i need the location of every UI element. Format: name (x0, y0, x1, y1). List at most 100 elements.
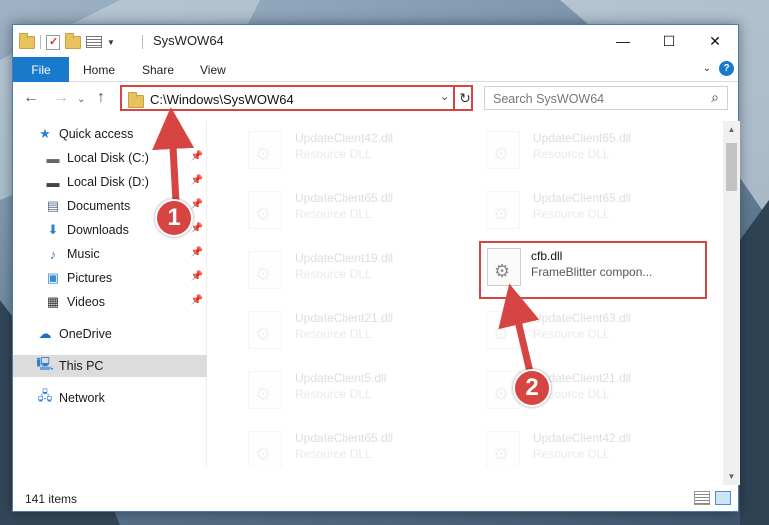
file-name: UpdateClient42.dll (295, 131, 394, 145)
vertical-scrollbar[interactable]: ▲ ▼ (723, 121, 740, 485)
sidebar-item-network[interactable]: 🖧 Network (13, 387, 207, 409)
tab-share[interactable]: Share (142, 57, 174, 82)
up-arrow-icon[interactable]: ↑ (97, 89, 105, 107)
list-item[interactable]: UpdateClient65.dll Resource DLL (461, 123, 681, 169)
pin-icon[interactable]: 📌 (191, 199, 203, 210)
maximize-button[interactable]: ☐ (646, 25, 692, 57)
search-input[interactable]: Search SysWOW64 ⌕ (484, 86, 728, 110)
list-item[interactable]: UpdateClient65.dll Resource DLL (461, 183, 681, 229)
computer-icon: 🖳 (36, 356, 54, 371)
sidebar-item-local-disk-c[interactable]: ▬ Local Disk (C:) 📌 (13, 147, 207, 169)
pictures-icon: ▣ (46, 270, 60, 285)
window-title: SysWOW64 (153, 33, 224, 48)
dll-file-icon (248, 371, 282, 409)
scroll-up-icon[interactable]: ▲ (723, 121, 740, 138)
sidebar-item-music[interactable]: ♪ Music 📌 (13, 243, 207, 265)
sidebar-item-this-pc[interactable]: 🖳 This PC (13, 355, 207, 377)
ribbon-tabs: File Home Share View ⌄ ? (13, 57, 738, 82)
recent-locations-icon[interactable]: ⌄ (77, 94, 85, 105)
pin-icon[interactable]: 📌 (191, 247, 203, 258)
dll-file-icon (486, 311, 520, 349)
address-dropdown-icon[interactable]: ⌄ (440, 90, 449, 103)
list-item[interactable]: UpdateClient65.dll Resource DLL (223, 423, 443, 467)
customize-toolbar-icon[interactable]: ▼ (107, 38, 115, 47)
help-icon[interactable]: ? (719, 61, 734, 76)
large-icons-view-icon[interactable] (715, 491, 731, 505)
list-item[interactable]: UpdateClient21.dll Resource DLL (461, 363, 681, 409)
toolbar-separator (40, 35, 41, 49)
documents-icon: ▤ (46, 198, 60, 213)
tab-home[interactable]: Home (83, 57, 115, 82)
file-name: UpdateClient65.dll (533, 131, 632, 145)
dll-file-icon (486, 131, 520, 169)
minimize-button[interactable]: — (600, 25, 646, 57)
back-arrow-icon[interactable]: ← (23, 89, 39, 107)
search-icon[interactable]: ⌕ (711, 89, 719, 106)
scroll-down-icon[interactable]: ▼ (723, 468, 740, 485)
list-item[interactable]: UpdateClient65.dll Resource DLL (223, 183, 443, 229)
file-name: UpdateClient65.dll (533, 191, 632, 205)
file-type: Resource DLL (295, 447, 372, 461)
file-explorer-window: ▼ SysWOW64 — ☐ ✕ File Home Share View ⌄ … (12, 24, 740, 512)
cloud-icon: ☁ (38, 326, 52, 341)
list-item[interactable]: UpdateClient21.dll Resource DLL (223, 303, 443, 349)
dll-file-icon (486, 431, 520, 467)
pin-icon[interactable]: 📌 (191, 223, 203, 234)
window-controls: — ☐ ✕ (600, 25, 738, 57)
list-item[interactable]: UpdateClient63.dll Resource DLL (461, 303, 681, 349)
refresh-icon[interactable]: ↻ (453, 85, 475, 111)
expand-ribbon-icon[interactable]: ⌄ (703, 63, 711, 74)
file-name: UpdateClient5.dll (295, 371, 387, 385)
sidebar-item-label: Videos (67, 295, 105, 309)
dll-file-icon (248, 431, 282, 467)
quick-access-toolbar: ▼ (19, 32, 115, 51)
file-name: UpdateClient65.dll (295, 191, 394, 205)
list-item[interactable]: UpdateClient42.dll Resource DLL (223, 123, 443, 169)
step-2-badge: 2 (513, 369, 551, 407)
file-type: Resource DLL (295, 387, 372, 401)
dll-file-icon (248, 311, 282, 349)
sidebar-item-label: Documents (67, 199, 131, 213)
forward-arrow-icon[interactable]: → (53, 89, 69, 107)
step-1-badge: 1 (155, 199, 193, 237)
drive-icon: ▬ (46, 150, 60, 166)
sidebar-item-label: Pictures (67, 271, 113, 285)
selected-file-cfb-dll[interactable]: cfb.dll FrameBlitter compon... (479, 241, 707, 299)
address-path: C:\Windows\SysWOW64 (150, 92, 294, 107)
pin-icon[interactable]: 📌 (191, 151, 203, 162)
navigation-pane: ★ Quick access ▬ Local Disk (C:) 📌 ▬ Loc… (13, 121, 207, 467)
search-placeholder: Search SysWOW64 (493, 92, 605, 106)
pin-icon[interactable]: 📌 (191, 175, 203, 186)
list-item[interactable]: UpdateClient19.dll Resource DLL (223, 243, 443, 289)
details-view-icon[interactable] (694, 491, 710, 505)
download-icon: ⬇ (47, 222, 59, 237)
new-folder-icon[interactable] (65, 32, 81, 49)
pin-icon[interactable]: 📌 (191, 295, 203, 306)
close-button[interactable]: ✕ (692, 25, 738, 57)
address-bar[interactable]: C:\Windows\SysWOW64 ⌄ ↻ (120, 85, 473, 111)
properties-icon[interactable] (46, 34, 60, 50)
scrollbar-thumb[interactable] (726, 143, 737, 191)
file-name: UpdateClient21.dll (295, 311, 394, 325)
drive-icon: ▬ (46, 174, 60, 190)
file-name: UpdateClient63.dll (533, 311, 632, 325)
sidebar-item-local-disk-d[interactable]: ▬ Local Disk (D:) 📌 (13, 171, 207, 193)
dll-file-icon (487, 248, 521, 286)
pin-icon[interactable]: 📌 (191, 271, 203, 282)
file-type: Resource DLL (295, 327, 372, 341)
sidebar-item-label: Local Disk (D:) (67, 175, 149, 189)
sidebar-item-quick-access[interactable]: ★ Quick access (13, 123, 207, 145)
list-item[interactable]: UpdateClient5.dll Resource DLL (223, 363, 443, 409)
title-separator (142, 35, 143, 49)
list-item[interactable]: UpdateClient42.dll Resource DLL (461, 423, 681, 467)
sidebar-item-onedrive[interactable]: ☁ OneDrive (13, 323, 207, 345)
dll-file-icon (248, 191, 282, 229)
sidebar-item-label: OneDrive (59, 327, 112, 341)
sidebar-item-videos[interactable]: ▦ Videos 📌 (13, 291, 207, 313)
file-type: Resource DLL (533, 447, 610, 461)
network-icon: 🖧 (37, 388, 53, 403)
tab-view[interactable]: View (200, 57, 226, 82)
sidebar-item-pictures[interactable]: ▣ Pictures 📌 (13, 267, 207, 289)
tab-file[interactable]: File (13, 57, 69, 82)
view-options-icon[interactable] (86, 36, 102, 48)
